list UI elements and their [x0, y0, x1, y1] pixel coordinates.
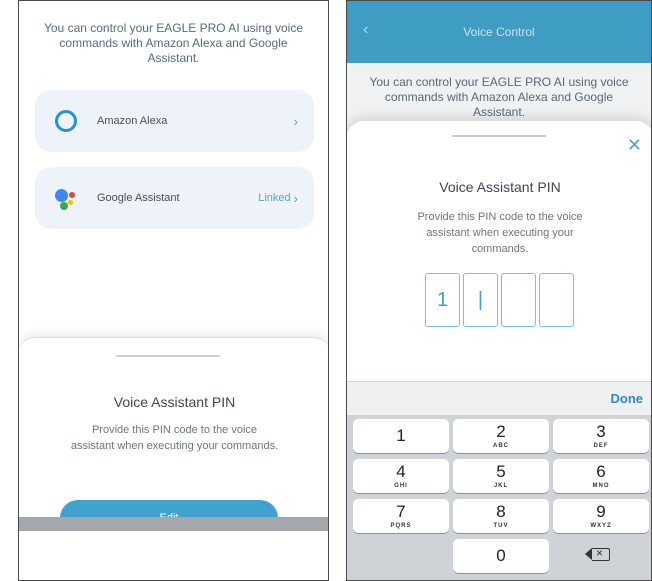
key-1[interactable]: 1 — [353, 419, 449, 453]
sheet-title: Voice Assistant PIN — [439, 179, 561, 195]
assistant-name: Amazon Alexa — [97, 115, 168, 127]
sheet-handle[interactable] — [452, 135, 546, 137]
pin-bottom-sheet: Voice Assistant PIN Provide this PIN cod… — [19, 337, 328, 537]
pin-entry-sheet: ✕ Voice Assistant PIN Provide this PIN c… — [347, 121, 651, 381]
amazon-alexa-row[interactable]: Amazon Alexa › — [35, 90, 314, 152]
backspace-icon — [585, 546, 610, 561]
numeric-keypad: 1 2 ABC 3 DEF 4 GHI 5 JKL 6 MNO 7 PQRS 8… — [347, 415, 651, 580]
sheet-description: Provide this PIN code to the voice assis… — [417, 211, 583, 255]
google-assistant-icon — [53, 185, 79, 211]
pin-digit-box[interactable]: 1 — [425, 273, 460, 327]
key-9[interactable]: 9 WXYZ — [553, 499, 649, 533]
sheet-title: Voice Assistant PIN — [113, 394, 236, 410]
sheet-handle[interactable] — [116, 355, 220, 357]
bottom-divider — [19, 517, 328, 531]
chevron-right-icon: › — [293, 190, 298, 206]
chevron-right-icon: › — [293, 113, 298, 129]
pin-digit-box[interactable]: | — [463, 273, 498, 327]
key-6[interactable]: 6 MNO — [553, 459, 649, 493]
intro-text: You can control your EAGLE PRO AI using … — [43, 21, 304, 65]
google-assistant-row[interactable]: Google Assistant Linked › — [35, 167, 314, 229]
alexa-icon — [53, 108, 79, 134]
sheet-description: Provide this PIN code to the voice assis… — [70, 424, 279, 452]
pin-digit-box[interactable] — [501, 273, 536, 327]
backspace-key[interactable] — [553, 539, 649, 573]
assistant-name: Google Assistant — [97, 192, 180, 204]
key-2[interactable]: 2 ABC — [453, 419, 549, 453]
key-8[interactable]: 8 TUV — [453, 499, 549, 533]
pin-digit-box[interactable] — [539, 273, 574, 327]
pin-input[interactable]: 1 | — [425, 273, 574, 327]
key-4[interactable]: 4 GHI — [353, 459, 449, 493]
empty-key — [353, 539, 449, 573]
done-button[interactable]: Done — [611, 391, 644, 406]
keyboard-toolbar: Done — [347, 381, 651, 415]
close-icon[interactable]: ✕ — [627, 135, 642, 156]
key-5[interactable]: 5 JKL — [453, 459, 549, 493]
key-3[interactable]: 3 DEF — [553, 419, 649, 453]
linked-status: Linked — [258, 192, 291, 204]
key-0[interactable]: 0 — [453, 539, 549, 573]
key-7[interactable]: 7 PQRS — [353, 499, 449, 533]
left-phone-screen: You can control your EAGLE PRO AI using … — [18, 0, 329, 581]
right-phone-screen: ‹ Voice Control You can control your EAG… — [346, 0, 652, 581]
